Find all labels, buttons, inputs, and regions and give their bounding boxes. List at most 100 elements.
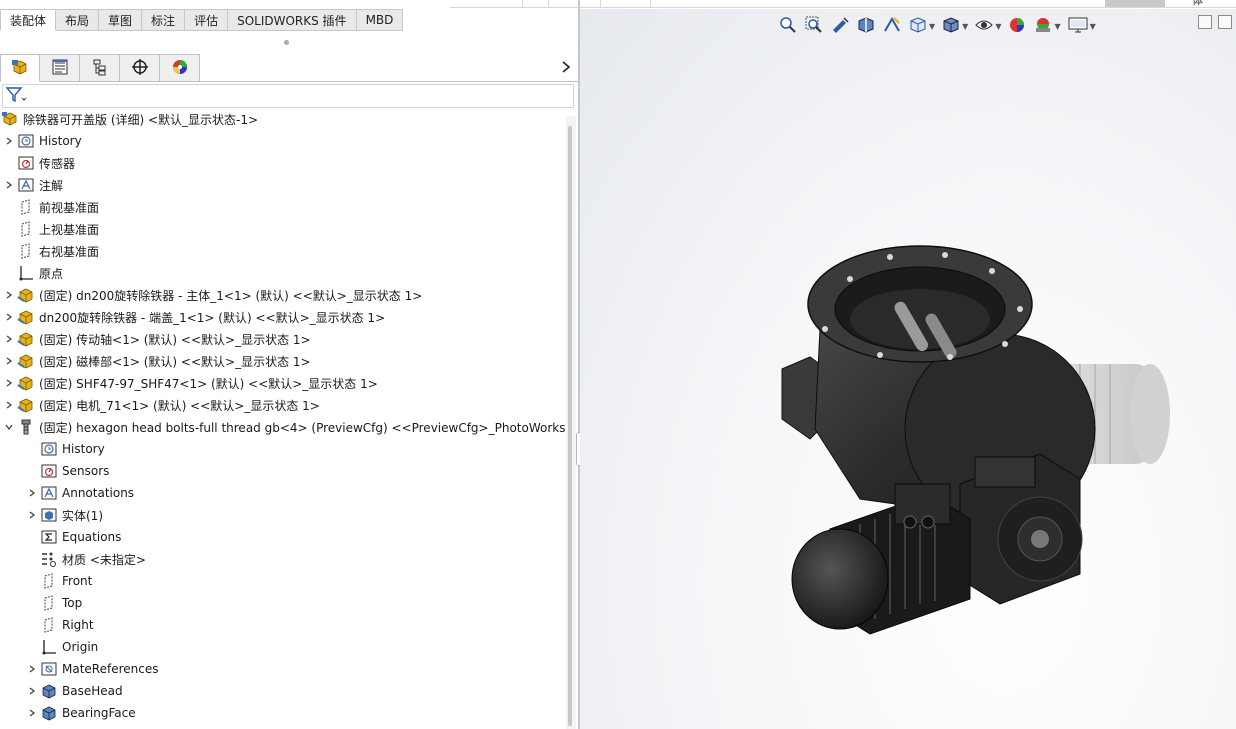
previous-view-button[interactable]: [828, 14, 852, 38]
tab-displaymanager[interactable]: [160, 54, 200, 82]
tree-item[interactable]: Top: [25, 592, 82, 614]
zoom-to-area-button[interactable]: [802, 14, 826, 38]
tree-item[interactable]: 材质 <未指定>: [25, 548, 146, 570]
maximize-view-button[interactable]: [1218, 15, 1232, 29]
section-view-button[interactable]: [854, 14, 878, 38]
graphics-area[interactable]: ▼ ▼ ▼ ▼ ▼: [580, 9, 1236, 729]
origin-icon: [39, 637, 59, 657]
tree-item[interactable]: Origin: [25, 636, 98, 658]
dropdown-caret-icon[interactable]: ▼: [995, 22, 1001, 31]
expand-arrow-icon[interactable]: [2, 130, 16, 152]
dropdown-caret-icon[interactable]: ▼: [1054, 22, 1060, 31]
view-settings-button[interactable]: ▼: [1065, 14, 1098, 38]
expand-arrow-icon[interactable]: [25, 702, 39, 724]
dropdown-caret-icon[interactable]: ▼: [929, 22, 935, 31]
tab-assembly[interactable]: 装配体: [0, 9, 57, 31]
tree-item[interactable]: (固定) 传动轴<1> (默认) <<默认>_显示状态 1>: [2, 328, 311, 350]
tree-item[interactable]: 上视基准面: [2, 218, 99, 240]
expand-arrow-icon[interactable]: [2, 284, 16, 306]
plane-icon: [16, 219, 36, 239]
tree-item[interactable]: (固定) 磁棒部<1> (默认) <<默认>_显示状态 1>: [2, 350, 311, 372]
tree-item-label: 原点: [39, 266, 64, 281]
apply-scene-button[interactable]: ▼: [1031, 14, 1062, 38]
dropdown-caret-icon[interactable]: ▼: [1090, 22, 1096, 31]
collapse-arrow-icon[interactable]: [2, 416, 16, 438]
tab-markup[interactable]: 标注: [142, 9, 186, 31]
tree-item-label: History: [62, 442, 105, 456]
chevron-right-icon: [561, 60, 571, 76]
tree-item[interactable]: BearingFace: [25, 702, 136, 724]
tree-item-label: (固定) hexagon head bolts-full thread gb<4…: [39, 420, 566, 435]
expand-arrow-icon[interactable]: [25, 482, 39, 504]
propertymanager-icon: [50, 57, 70, 80]
tree-item[interactable]: 传感器: [2, 152, 75, 174]
tree-item[interactable]: dn200旋转除铁器 - 端盖_1<1> (默认) <<默认>_显示状态 1>: [2, 306, 385, 328]
tree-item[interactable]: (固定) 电机_71<1> (默认) <<默认>_显示状态 1>: [2, 394, 320, 416]
tree-item[interactable]: 前视基准面: [2, 196, 99, 218]
tree-item[interactable]: Equations: [25, 526, 121, 548]
tab-label: 评估: [194, 13, 219, 28]
annotations-folder-icon: [16, 175, 36, 195]
expand-arrow-icon[interactable]: [2, 306, 16, 328]
dropdown-caret-icon[interactable]: ▼: [962, 22, 968, 31]
expand-arrow-icon[interactable]: [2, 350, 16, 372]
tree-item-label: 右视基准面: [39, 244, 100, 259]
subassembly-icon: [16, 329, 36, 349]
expand-arrow-icon[interactable]: [2, 328, 16, 350]
tab-dimxpertmanager[interactable]: [120, 54, 160, 82]
tree-item[interactable]: (固定) dn200旋转除铁器 - 主体_1<1> (默认) <<默认>_显示状…: [2, 284, 422, 306]
tab-layout[interactable]: 布局: [56, 9, 100, 31]
tree-scrollbar[interactable]: [566, 116, 576, 729]
tree-root[interactable]: 除铁器可开盖版 (详细) <默认_显示状态-1>: [0, 108, 258, 130]
tree-item[interactable]: MateReferences: [25, 658, 158, 680]
edit-appearance-button[interactable]: [1005, 14, 1029, 38]
divider: [200, 81, 578, 82]
tree-item[interactable]: History: [25, 438, 105, 460]
tab-mbd[interactable]: MBD: [356, 9, 404, 31]
expand-arrow-icon[interactable]: [2, 174, 16, 196]
tab-evaluate[interactable]: 评估: [185, 9, 229, 31]
display-style-icon: [941, 15, 961, 38]
split-view-button[interactable]: [1198, 15, 1212, 29]
expand-arrow-icon[interactable]: [25, 680, 39, 702]
expand-arrow-icon[interactable]: [25, 658, 39, 680]
scrollbar-thumb[interactable]: [568, 126, 572, 726]
tree-item[interactable]: 原点: [2, 262, 63, 284]
feature-icon: [39, 703, 59, 723]
tab-featuremanager[interactable]: [0, 54, 40, 82]
hide-show-items-button[interactable]: ▼: [972, 14, 1003, 38]
tree-item[interactable]: Sensors: [25, 460, 109, 482]
tree-item[interactable]: 实体(1): [25, 504, 103, 526]
expand-arrow-icon[interactable]: [2, 394, 16, 416]
tab-propertymanager[interactable]: [40, 54, 80, 82]
dynamic-annotation-button[interactable]: [880, 14, 904, 38]
tree-item[interactable]: 右视基准面: [2, 240, 99, 262]
tree-item[interactable]: (固定) hexagon head bolts-full thread gb<4…: [2, 416, 565, 438]
edit-appearance-icon: [1007, 15, 1027, 38]
tab-solidworks-addins[interactable]: SOLIDWORKS 插件: [228, 9, 357, 31]
strip-tab[interactable]: [1105, 0, 1165, 7]
expand-arrow-icon[interactable]: [25, 504, 39, 526]
tree-item-label: Front: [62, 574, 93, 588]
panel-expand-button[interactable]: [556, 58, 576, 78]
tree-filter[interactable]: [2, 84, 574, 108]
tree-item[interactable]: Front: [25, 570, 92, 592]
assembly-model[interactable]: [770, 239, 1190, 639]
display-style-button[interactable]: ▼: [939, 14, 970, 38]
tree-item[interactable]: Annotations: [25, 482, 134, 504]
tree-item[interactable]: (固定) SHF47-97_SHF47<1> (默认) <<默认>_显示状态 1…: [2, 372, 378, 394]
tree-item[interactable]: History: [2, 130, 82, 152]
apply-scene-icon: [1033, 15, 1053, 38]
tree-item[interactable]: 注解: [2, 174, 63, 196]
material-icon: [39, 549, 59, 569]
expand-arrow-icon[interactable]: [2, 372, 16, 394]
tree-item[interactable]: BaseHead: [25, 680, 123, 702]
model-render: [781, 245, 1170, 635]
zoom-to-fit-button[interactable]: [776, 14, 800, 38]
view-orientation-button[interactable]: ▼: [906, 14, 937, 38]
tab-sketch[interactable]: 草图: [99, 9, 143, 31]
tree-item[interactable]: Right: [25, 614, 94, 636]
panel-grip[interactable]: [284, 40, 289, 45]
tab-configurationmanager[interactable]: [80, 54, 120, 82]
